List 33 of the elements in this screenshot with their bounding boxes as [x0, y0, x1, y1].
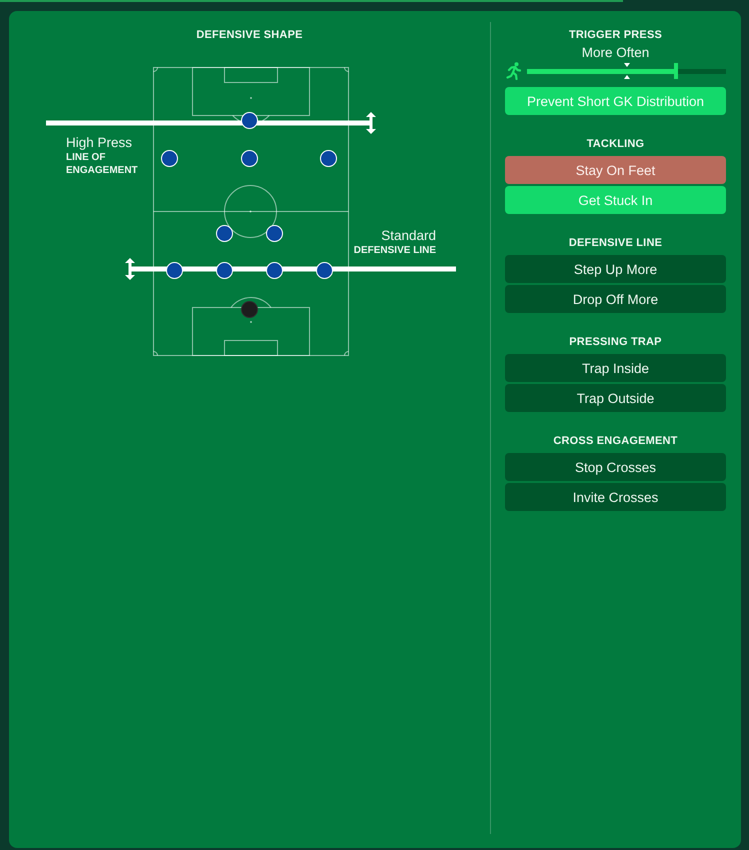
instruction-button[interactable]: Stop Crosses [505, 453, 726, 481]
player-marker-icon[interactable] [241, 150, 258, 167]
defensive-line-label: DEFENSIVE LINE [354, 244, 436, 257]
instruction-button[interactable]: Drop Off More [505, 285, 726, 313]
player-marker-icon[interactable] [266, 225, 283, 242]
slider-reading: More Often [580, 46, 650, 60]
line-of-engagement-label: LINE OF ENGAGEMENT [66, 151, 139, 177]
instruction-button[interactable]: Step Up More [505, 255, 726, 283]
player-marker-icon[interactable] [266, 262, 283, 279]
instruction-button[interactable]: Trap Inside [505, 354, 726, 382]
section-heading: DEFENSIVE LINE [568, 236, 664, 250]
instruction-button[interactable]: Stay On Feet [505, 156, 726, 184]
midpoint-marker-icon [624, 63, 630, 79]
player-marker-icon[interactable] [216, 225, 233, 242]
section-heading: TRIGGER PRESS [568, 28, 664, 42]
panel-title: DEFENSIVE SHAPE [195, 28, 304, 42]
player-marker-icon[interactable] [216, 262, 233, 279]
defensive-line-value: Standard [380, 228, 436, 243]
running-person-icon [506, 62, 521, 80]
section-heading: PRESSING TRAP [568, 335, 663, 349]
player-marker-icon[interactable] [316, 262, 333, 279]
line-of-engagement-value: High Press [66, 135, 134, 150]
player-marker-icon[interactable] [161, 150, 178, 167]
player-marker-icon[interactable] [320, 150, 337, 167]
player-marker-icon[interactable] [166, 262, 183, 279]
engagement-line-handle[interactable] [46, 112, 377, 134]
section-heading: CROSS ENGAGEMENT [552, 434, 679, 448]
section-heading: TACKLING [586, 137, 646, 151]
player-marker-icon[interactable] [241, 112, 258, 129]
goalkeeper-marker-icon[interactable] [241, 301, 258, 318]
instruction-button[interactable]: Invite Crosses [505, 483, 726, 511]
instruction-button[interactable]: Trap Outside [505, 384, 726, 412]
slider-handle[interactable] [674, 63, 678, 79]
